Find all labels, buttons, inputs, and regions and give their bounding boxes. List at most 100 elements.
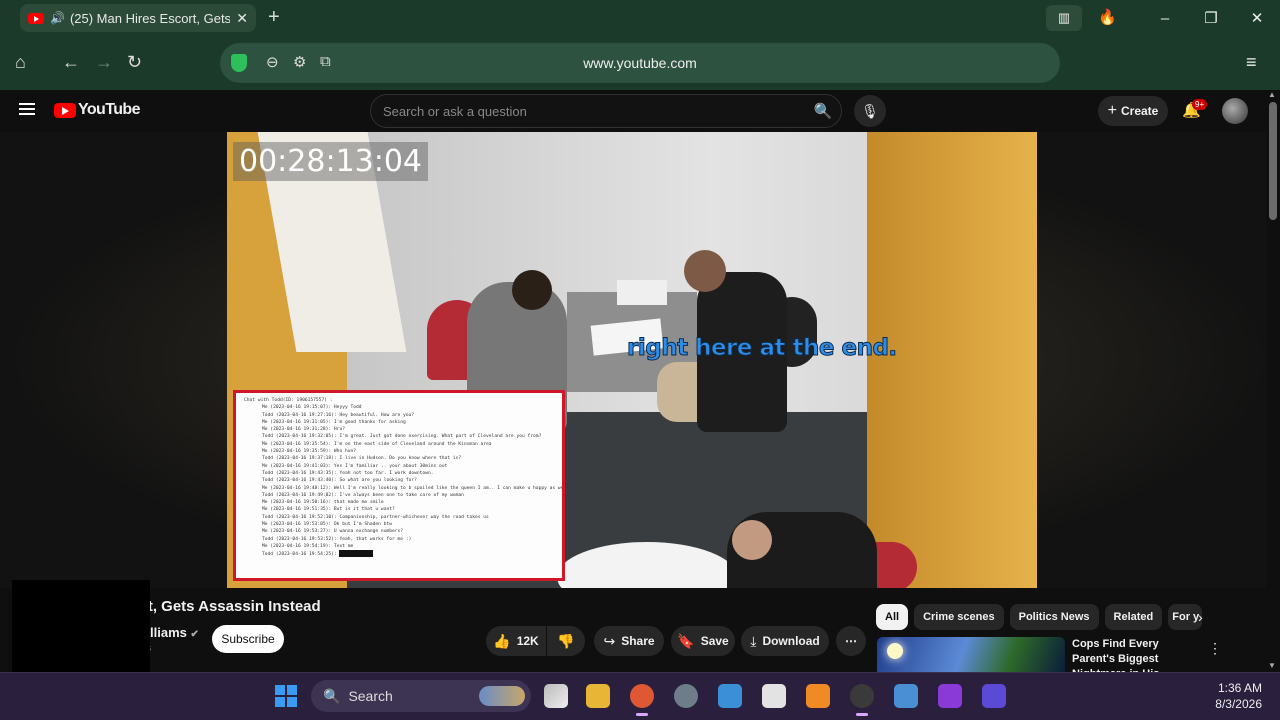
system-clock[interactable]: 1:36 AM 8/3/2026 bbox=[1204, 680, 1262, 712]
browser-menu-icon[interactable]: ≡ bbox=[1246, 52, 1257, 73]
chat-line-redacted: Todd (2023-04-16 19:54:25): bbox=[244, 550, 554, 558]
download-label: Download bbox=[762, 634, 820, 648]
youtube-logo-icon[interactable] bbox=[54, 103, 76, 118]
new-tab-button[interactable]: + bbox=[268, 6, 280, 29]
microphone-icon[interactable]: 🎙 bbox=[854, 95, 886, 127]
fl-studio-icon[interactable] bbox=[806, 684, 830, 708]
video-player[interactable]: 00:28:13:04 right here at the end. Chat … bbox=[227, 132, 1037, 588]
chip-politics-news[interactable]: Politics News bbox=[1009, 604, 1099, 630]
create-label: Create bbox=[1120, 104, 1159, 118]
video-timecode: 00:28:13:04 bbox=[233, 142, 429, 181]
flame-icon[interactable]: 🔥 bbox=[1098, 8, 1117, 26]
clipchamp-icon[interactable] bbox=[938, 684, 962, 708]
page-scrollbar[interactable]: ▲ ▼ bbox=[1266, 90, 1280, 672]
home-icon[interactable]: ⌂ bbox=[15, 52, 26, 73]
chip-related[interactable]: Related bbox=[1104, 604, 1163, 630]
obs-studio-icon[interactable] bbox=[850, 684, 874, 716]
task-view-icon[interactable] bbox=[544, 684, 568, 708]
close-tab-icon[interactable]: ✕ bbox=[236, 10, 248, 27]
search-input[interactable]: Search or ask a question bbox=[370, 94, 842, 128]
reload-icon[interactable]: ↻ bbox=[127, 52, 142, 73]
chip-crime-scenes[interactable]: Crime scenes bbox=[914, 604, 1004, 630]
verified-icon: ✔ bbox=[190, 629, 199, 640]
save-button[interactable]: 🔖 Save bbox=[671, 626, 735, 656]
channel-name-text: lliams bbox=[150, 625, 187, 640]
chat-line: Me (2023-04-16 19:41:03): Yes I'm famili… bbox=[262, 463, 448, 469]
chat-line: Todd (2023-04-16 19:49:02): I've always … bbox=[262, 492, 464, 498]
related-video-thumbnail[interactable] bbox=[877, 637, 1065, 677]
tab-title: (25) Man Hires Escort, Gets Assassin Ins… bbox=[69, 10, 231, 26]
settings-app-icon[interactable] bbox=[674, 684, 698, 708]
like-button[interactable]: 👍 12K bbox=[486, 626, 546, 656]
chat-line: Me (2023-04-16 19:51:35): But is it that… bbox=[262, 507, 395, 513]
chevron-right-icon[interactable]: › bbox=[1198, 609, 1203, 625]
chat-line: Me (2023-04-16 19:35:59): Who hun? bbox=[262, 449, 357, 455]
split-view-icon[interactable]: ▥ bbox=[1046, 5, 1082, 31]
youtube-logo-text[interactable]: YouTube bbox=[78, 101, 140, 119]
chat-line: Me (2023-04-16 19:53:05): Ok but I'm Sha… bbox=[262, 522, 392, 528]
chip-all[interactable]: All bbox=[876, 604, 909, 630]
search-icon[interactable]: 🔍 bbox=[808, 97, 838, 125]
text-editor-icon[interactable] bbox=[982, 684, 1006, 708]
download-button[interactable]: ⤓ Download bbox=[741, 626, 829, 656]
hamburger-menu-icon[interactable] bbox=[19, 103, 35, 115]
scrollbar-thumb[interactable] bbox=[1269, 102, 1277, 220]
chat-line: Me (2023-04-16 19:48:12): Well I'm reall… bbox=[262, 485, 565, 491]
browser-app-icon[interactable] bbox=[630, 684, 654, 716]
chat-line: Todd (2023-04-16 19:32:05): I'm great. J… bbox=[262, 434, 542, 440]
snipping-tool-icon[interactable] bbox=[762, 684, 786, 708]
dislike-button[interactable]: 👎 bbox=[547, 626, 585, 656]
clock-time: 1:36 AM bbox=[1217, 681, 1262, 695]
avatar[interactable] bbox=[1222, 98, 1248, 124]
chat-line: Todd (2023-04-16 19:27:16): Hey beautifu… bbox=[262, 412, 415, 418]
back-icon[interactable]: ← bbox=[62, 52, 80, 73]
close-window-button[interactable]: ✕ bbox=[1234, 9, 1280, 27]
more-actions-button[interactable]: ⋯ bbox=[836, 626, 866, 656]
video-paper bbox=[617, 280, 667, 305]
plus-icon: + bbox=[1107, 102, 1117, 119]
shield-icon[interactable] bbox=[231, 54, 247, 72]
taskbar-search[interactable]: 🔍 Search bbox=[311, 680, 531, 712]
subscribe-button[interactable]: Subscribe bbox=[212, 625, 284, 653]
chat-line: Me (2023-04-16 19:31:05): I'm good thank… bbox=[262, 419, 406, 425]
chat-line: Me (2023-04-16 19:15:07): Heyyy Todd bbox=[262, 405, 362, 411]
browser-tab-active[interactable]: 🔊 (25) Man Hires Escort, Gets Assassin I… bbox=[20, 4, 256, 32]
chat-line: Todd (2023-04-16 19:37:18): I live in Hu… bbox=[262, 456, 462, 462]
windows-start-icon[interactable] bbox=[275, 685, 297, 707]
calculator-icon[interactable] bbox=[894, 684, 918, 708]
redaction-bar bbox=[339, 550, 374, 558]
create-button[interactable]: + Create bbox=[1098, 96, 1168, 126]
bookmark-icon: 🔖 bbox=[677, 632, 695, 649]
chat-line: Todd (2023-04-16 19:52:10): Companionshi… bbox=[262, 514, 489, 520]
scroll-up-icon[interactable]: ▲ bbox=[1268, 90, 1276, 99]
share-icon: ↪ bbox=[603, 632, 616, 649]
video-person-foreground-head bbox=[732, 520, 772, 560]
download-icon: ⤓ bbox=[750, 632, 757, 649]
notepad-app-icon[interactable] bbox=[718, 684, 742, 708]
screenshot-icon[interactable]: ⧉ bbox=[320, 53, 331, 70]
chat-line: Todd (2023-04-16 19:53:52): Yeah, that w… bbox=[262, 536, 412, 542]
site-settings-icon[interactable]: ⚙ bbox=[293, 53, 306, 71]
file-explorer-icon[interactable] bbox=[586, 684, 610, 708]
window-controls: – ❐ ✕ bbox=[1142, 0, 1280, 36]
chat-line: Me (2023-04-16 19:50:16): that made me s… bbox=[262, 500, 384, 506]
audio-playing-icon[interactable]: 🔊 bbox=[50, 11, 65, 25]
thumbs-down-icon: 👎 bbox=[557, 632, 575, 649]
scroll-down-icon[interactable]: ▼ bbox=[1268, 661, 1276, 670]
search-placeholder: Search or ask a question bbox=[383, 104, 527, 119]
restore-button[interactable]: ❐ bbox=[1188, 9, 1234, 27]
more-vertical-icon[interactable]: ⋮ bbox=[1208, 640, 1222, 657]
forward-icon[interactable]: → bbox=[95, 52, 113, 73]
zoom-out-icon[interactable]: ⊖ bbox=[266, 53, 279, 71]
share-button[interactable]: ↪ Share bbox=[594, 626, 664, 656]
channel-name[interactable]: lliams ✔ bbox=[150, 625, 199, 640]
minimize-button[interactable]: – bbox=[1142, 10, 1188, 27]
address-bar[interactable] bbox=[220, 43, 1060, 83]
clock-date: 8/3/2026 bbox=[1215, 697, 1262, 711]
video-person-right-head bbox=[684, 250, 726, 292]
chat-line: Me (2023-04-16 19:53:27): U wanna exchan… bbox=[262, 529, 404, 535]
share-label: Share bbox=[621, 634, 655, 648]
taskbar-search-label: Search bbox=[348, 688, 393, 704]
chat-line: Todd (2023-04-16 19:43:35): Yeah not too… bbox=[262, 470, 434, 476]
like-count: 12K bbox=[516, 634, 539, 648]
